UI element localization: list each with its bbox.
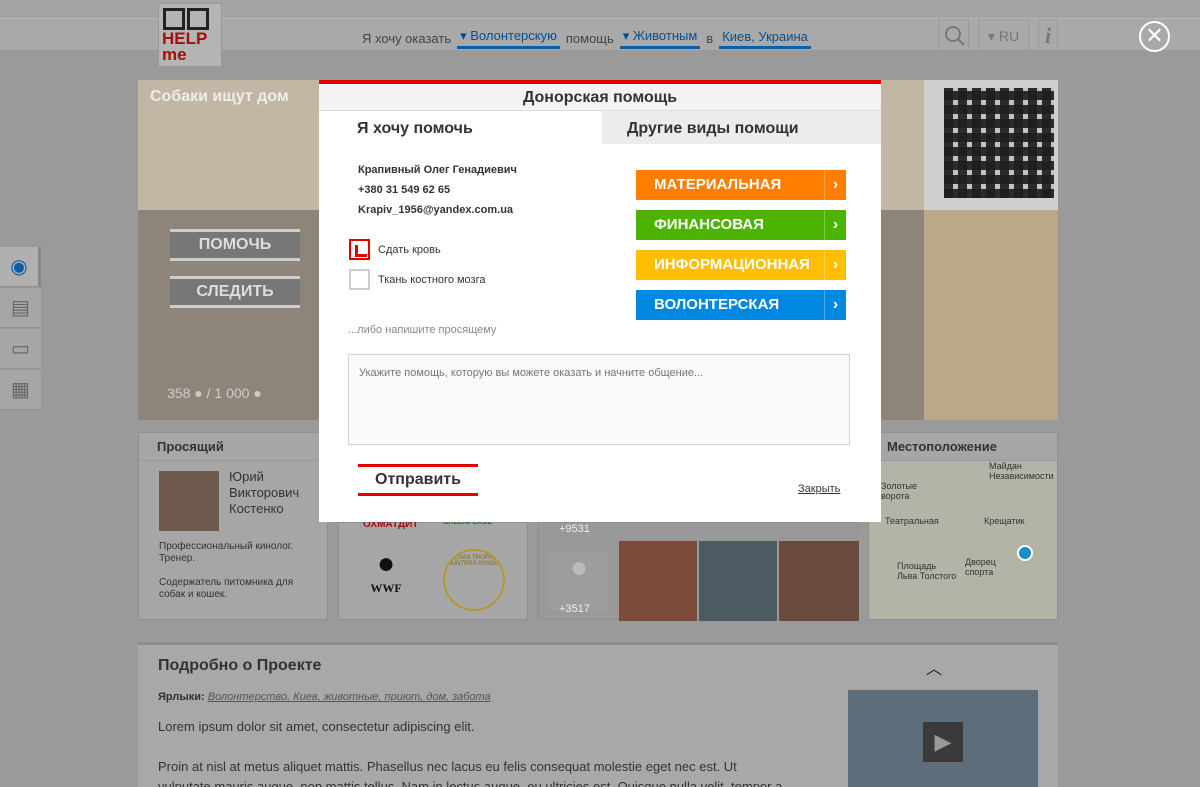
project-paragraph-1: Lorem ipsum dolor sit amet, consectetur … <box>158 719 475 734</box>
map-pin-icon[interactable] <box>1017 545 1033 561</box>
contact-email[interactable]: Krapiv_1956@yandex.com.ua <box>358 204 513 216</box>
chevron-down-icon: ▾ <box>460 28 471 43</box>
requester-avatar[interactable] <box>159 471 219 531</box>
requester-first-name: Юрий <box>229 469 264 484</box>
project-details: Подробно о Проекте ︿ Ярлыки: Волонтерств… <box>138 642 1058 787</box>
help-type-button[interactable]: МАТЕРИАЛЬНАЯ › <box>636 170 846 200</box>
followers-count-2: +3517 <box>559 603 590 615</box>
tab-other-help[interactable]: Другие виды помощи <box>602 111 881 144</box>
option-bone-marrow[interactable]: Ткань костного мозга <box>349 269 486 290</box>
help-type-button[interactable]: ВОЛОНТЕРСКАЯ › <box>636 290 846 320</box>
donor-help-modal: Донорская помощь Я хочу помочь Другие ви… <box>319 80 881 522</box>
help-button[interactable]: ПОМОЧЬ <box>170 229 300 261</box>
filter-help-type-select[interactable]: ▾ Волонтерскую <box>457 28 560 49</box>
logo-qr-icon <box>162 7 218 31</box>
anonymous-avatar-icon[interactable]: ● <box>549 551 609 611</box>
chevron-right-icon: › <box>824 170 846 200</box>
modal-title: Донорская помощь <box>319 84 881 111</box>
follower-avatar[interactable] <box>619 541 697 621</box>
project-paragraph-2: Proin at nisl at metus aliquet mattis. P… <box>158 759 783 787</box>
person-icon: ● <box>194 385 203 401</box>
requester-middle-name: Викторович <box>229 485 300 500</box>
follow-button[interactable]: СЛЕДИТЬ <box>170 276 300 308</box>
filter-in: в <box>706 31 714 46</box>
close-overlay-button[interactable]: ✕ <box>1139 21 1170 52</box>
send-button[interactable]: Отправить <box>358 464 478 496</box>
follower-avatar[interactable] <box>779 541 859 621</box>
requester-desc-1: Профессиональный кинолог. Тренер. <box>159 541 293 564</box>
followers-card: +9531 ● +3517 <box>538 522 859 621</box>
help-filter-bar: Я хочу оказать ▾ Волонтерскую помощь ▾ Ж… <box>362 28 811 49</box>
partner-texas-logo[interactable]: TEXAS TROPHY HUNTERS ASSOC. <box>443 549 505 611</box>
help-type-button[interactable]: ФИНАНСОВАЯ › <box>636 210 846 240</box>
partner-wwf-logo[interactable]: ● WWF <box>361 547 411 609</box>
project-tags: Ярлыки: Волонтерство, Киев, животные, пр… <box>158 691 491 703</box>
panda-icon: ● <box>376 547 396 580</box>
close-icon: ✕ <box>1145 23 1164 48</box>
grid-icon: ▦ <box>11 379 30 401</box>
contact-name: Крапивный Олег Генадиевич <box>358 164 517 176</box>
scroll-up-icon[interactable]: ︿ <box>4 218 18 238</box>
tab-documents[interactable]: ▤ <box>0 288 41 328</box>
chevron-down-icon: ▾ <box>987 28 999 44</box>
checkbox-unchecked[interactable] <box>349 269 370 290</box>
helpers-count: 358 ● / 1 000 ● <box>167 385 262 401</box>
comments-icon: ▭ <box>11 338 30 360</box>
option-blood[interactable]: Сдать кровь <box>349 239 441 260</box>
site-logo[interactable]: HELP me <box>158 3 222 67</box>
project-title: Подробно о Проекте <box>158 657 322 674</box>
location-title: Местоположение <box>869 433 1057 461</box>
or-write-label: ...либо напишите просящему <box>348 324 497 336</box>
checkbox-checked[interactable] <box>349 239 370 260</box>
modal-tabs: Я хочу помочь Другие виды помощи <box>319 111 881 144</box>
project-video[interactable]: ▶ <box>848 690 1038 787</box>
location-card: Местоположение Майдан Независимости Золо… <box>868 432 1058 620</box>
requester-last-name: Костенко <box>229 501 284 516</box>
tab-i-want-to-help[interactable]: Я хочу помочь <box>319 111 602 144</box>
close-link[interactable]: Закрыть <box>798 483 840 495</box>
hero-title: Собаки ищут дом <box>150 88 289 105</box>
document-icon: ▤ <box>11 297 30 319</box>
filter-prefix: Я хочу оказать <box>362 31 452 46</box>
filter-target-select[interactable]: ▾ Животным <box>619 28 701 49</box>
logo-text: HELP me <box>162 29 208 64</box>
tab-grid[interactable]: ▦ <box>0 370 41 410</box>
chevron-down-icon: ▾ <box>622 28 633 43</box>
chevron-right-icon: › <box>824 290 846 320</box>
requester-card: Просящий Юрий Викторович Костенко Профес… <box>138 432 328 620</box>
requester-title: Просящий <box>139 433 327 461</box>
help-type-button[interactable]: ИНФОРМАЦИОННАЯ › <box>636 250 846 280</box>
language-select[interactable]: ▾ RU <box>978 19 1029 51</box>
eye-icon: ◉ <box>10 256 28 278</box>
chevron-right-icon: › <box>824 250 846 280</box>
filter-location-select[interactable]: Киев, Украина <box>719 29 811 49</box>
follower-avatar[interactable] <box>699 541 777 621</box>
location-map[interactable]: Майдан Независимости Золотые ворота Теат… <box>869 461 1057 619</box>
search-icon <box>945 26 965 46</box>
chevron-right-icon: › <box>824 210 846 240</box>
tag-links[interactable]: Волонтерство, Киев, животные, приют, дом… <box>208 691 491 703</box>
info-icon[interactable]: i <box>1038 19 1058 51</box>
tab-view[interactable]: ◉ <box>0 247 41 287</box>
tab-comments[interactable]: ▭ <box>0 329 41 369</box>
requester-desc-2: Содержатель питомника для собак и кошек. <box>159 577 294 600</box>
message-input[interactable] <box>348 354 850 445</box>
filter-mid: помощь <box>565 31 614 46</box>
play-icon[interactable]: ▶ <box>923 722 963 762</box>
collapse-icon[interactable]: ︿ <box>926 655 942 679</box>
project-qr-code <box>924 80 1058 210</box>
followers-count-1: +9531 <box>559 523 590 535</box>
person-icon: ● <box>253 385 262 401</box>
partners-card: ОХМАТДИТ GREENPEACE ● WWF TEXAS TROPHY H… <box>338 519 528 620</box>
contact-phone: +380 31 549 62 65 <box>358 184 451 196</box>
search-button[interactable] <box>938 19 969 51</box>
